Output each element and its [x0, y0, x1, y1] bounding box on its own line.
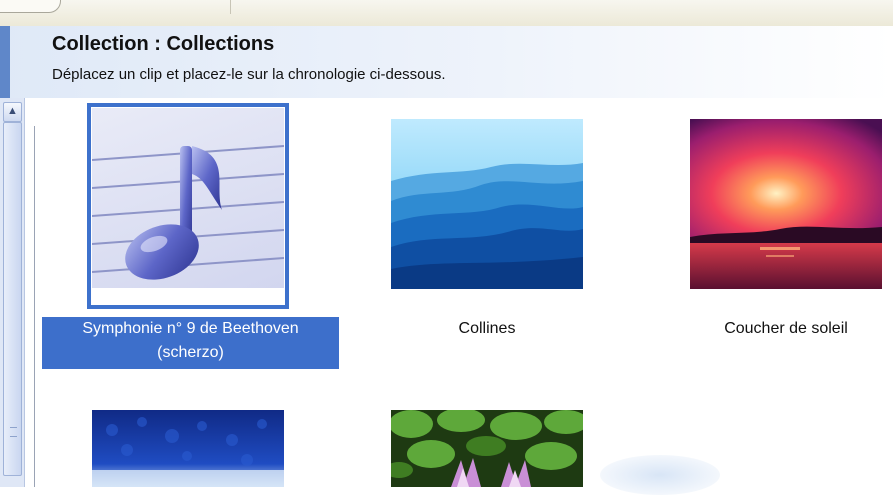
water-lilies-image[interactable]	[391, 410, 583, 487]
tab-edge	[0, 0, 61, 13]
hills-image[interactable]	[391, 119, 583, 289]
clip-title: Symphonie n° 9 de Beethoven	[82, 320, 299, 337]
clip-caption-collines[interactable]: Collines	[391, 317, 583, 341]
top-separator	[230, 0, 231, 14]
scroll-up-button[interactable]: ▲	[3, 102, 22, 122]
sunset-image[interactable]	[690, 119, 882, 289]
header-accent-bar	[0, 26, 10, 98]
scrollbar-thumb[interactable]	[3, 122, 22, 476]
clip-caption-coucher-de-soleil[interactable]: Coucher de soleil	[690, 317, 882, 341]
clip-caption-beethoven[interactable]: Symphonie n° 9 de Beethoven (scherzo)	[42, 317, 339, 369]
music-note-icon[interactable]	[92, 108, 284, 288]
clip-subtitle: (scherzo)	[157, 344, 224, 361]
blue-texture-image[interactable]	[92, 410, 284, 487]
scroll-grip-icon	[10, 427, 17, 437]
collection-instructions: Déplacez un clip et placez-le sur la chr…	[52, 66, 446, 83]
vertical-scrollbar[interactable]: ▲	[0, 98, 25, 487]
pane-divider	[34, 126, 35, 487]
collection-title: Collection : Collections	[52, 33, 275, 55]
background-glow	[600, 455, 720, 495]
collection-header: Collection : Collections Déplacez un cli…	[0, 26, 893, 98]
top-strip	[0, 0, 893, 27]
